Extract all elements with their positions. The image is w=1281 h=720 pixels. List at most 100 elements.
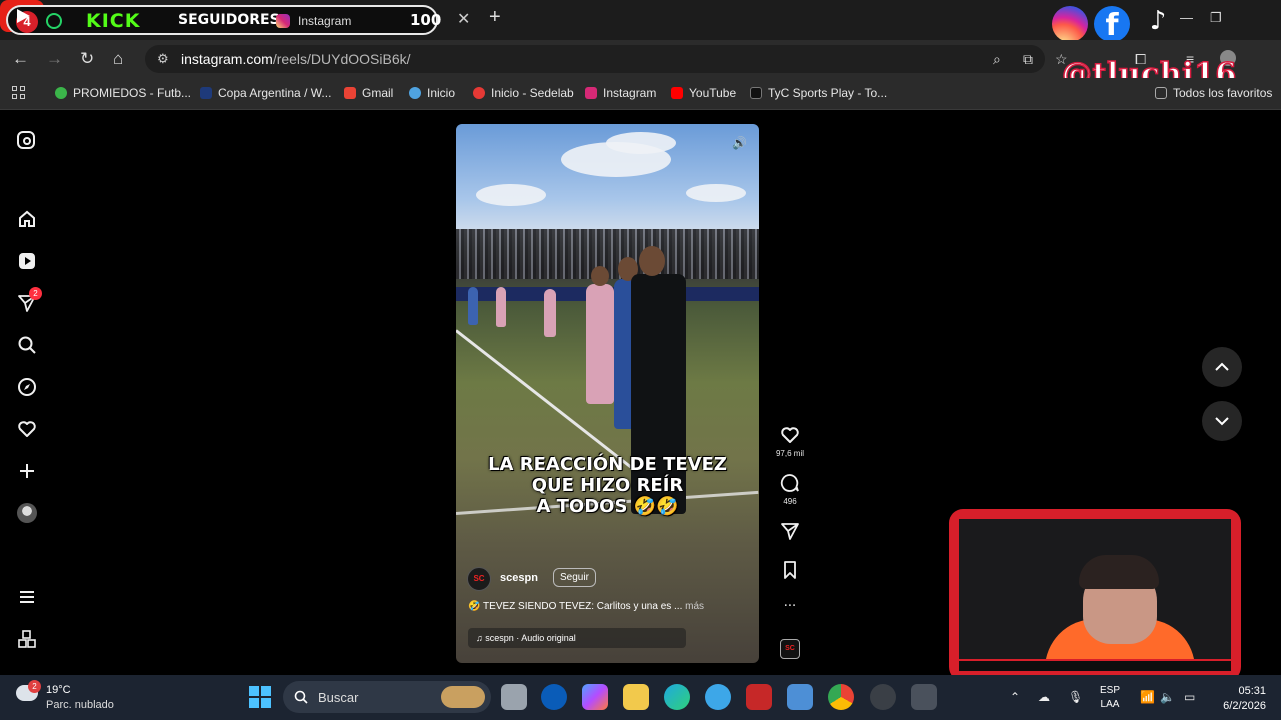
chevron-up-icon bbox=[1215, 362, 1229, 371]
player-small bbox=[468, 287, 478, 325]
weather-description: Parc. nublado bbox=[46, 699, 114, 711]
comment-icon[interactable] bbox=[780, 473, 800, 493]
next-reel-button[interactable] bbox=[1202, 401, 1242, 441]
reels-icon[interactable] bbox=[17, 251, 37, 271]
browser-tab-instagram[interactable]: 4 KICK SEGUIDORES Instagram 100 bbox=[6, 5, 442, 35]
heart-icon[interactable] bbox=[17, 419, 37, 439]
forward-icon[interactable]: → bbox=[46, 49, 63, 69]
audio-track[interactable]: ♫ scespn · Audio original bbox=[468, 628, 686, 648]
messages-icon[interactable]: 2 bbox=[17, 287, 42, 313]
show-hidden-icons-chevron-up-icon[interactable]: ⌃ bbox=[1010, 690, 1020, 704]
bookmark-copa-argentina[interactable]: Copa Argentina / W... bbox=[200, 86, 331, 100]
home-icon[interactable]: ⌂ bbox=[113, 49, 123, 69]
sky-cloud bbox=[476, 184, 546, 206]
caption-line: QUE HIZO REÍR bbox=[531, 475, 684, 496]
webcam-person-hair bbox=[1079, 555, 1159, 589]
profile-avatar-icon[interactable] bbox=[17, 503, 37, 523]
minimize-icon[interactable]: — bbox=[1180, 10, 1193, 25]
language-code: ESP bbox=[1100, 685, 1121, 696]
share-icon[interactable] bbox=[780, 521, 800, 541]
edge-icon[interactable] bbox=[664, 684, 690, 710]
store-icon[interactable] bbox=[787, 684, 813, 710]
url-text[interactable]: instagram.com/reels/DUYdOOSiB6k/ bbox=[181, 51, 411, 67]
weather-app-icon[interactable] bbox=[705, 684, 731, 710]
clock-date: 6/2/2026 bbox=[1223, 700, 1266, 712]
bookmarks-bar: PROMIEDOS - Futb... Copa Argentina / W..… bbox=[0, 78, 1281, 110]
bookmark-inicio[interactable]: Inicio bbox=[409, 86, 455, 100]
language-indicator[interactable]: ESP LAA bbox=[1100, 684, 1120, 712]
wifi-icon[interactable]: 📶 bbox=[1140, 690, 1155, 704]
bookmark-tyc-sports[interactable]: TyC Sports Play - To... bbox=[750, 86, 887, 100]
restore-icon[interactable]: ❐ bbox=[1210, 10, 1222, 26]
copa-argentina-icon bbox=[200, 87, 212, 99]
save-bookmark-icon[interactable] bbox=[780, 560, 800, 580]
bookmark-gmail[interactable]: Gmail bbox=[344, 86, 393, 100]
chrome-icon[interactable] bbox=[828, 684, 854, 710]
audio-thumbnail[interactable]: SC bbox=[780, 639, 800, 659]
create-plus-icon[interactable] bbox=[17, 461, 37, 481]
reload-icon[interactable]: ↻ bbox=[80, 49, 94, 69]
onedrive-icon[interactable]: ☁ bbox=[1038, 690, 1050, 704]
volume-icon[interactable]: 🔈 bbox=[1160, 690, 1175, 704]
app-icon[interactable] bbox=[911, 684, 937, 710]
zoom-icon[interactable]: ⌕ bbox=[993, 51, 1001, 68]
windows-taskbar: 2 19°C Parc. nublado Buscar ⌃ ☁ 🎙 ESP LA… bbox=[0, 675, 1281, 720]
temperature: 19°C bbox=[46, 684, 71, 696]
reel-description[interactable]: 🤣 TEVEZ SIENDO TEVEZ: Carlitos y una es … bbox=[468, 601, 704, 612]
promiedos-icon bbox=[55, 87, 67, 99]
bookmark-sedelab[interactable]: Inicio - Sedelab bbox=[473, 86, 574, 100]
more-link[interactable]: más bbox=[685, 601, 704, 612]
microphone-icon[interactable]: 🎙 bbox=[1068, 690, 1083, 704]
back-icon[interactable]: ← bbox=[12, 49, 29, 69]
author-name[interactable]: scespn bbox=[500, 572, 538, 584]
description-text: 🤣 TEVEZ SIENDO TEVEZ: Carlitos y una es … bbox=[468, 601, 683, 612]
author-avatar[interactable]: SC bbox=[467, 567, 491, 591]
home-icon[interactable] bbox=[17, 209, 37, 229]
install-app-icon[interactable]: ⧉ bbox=[1023, 51, 1033, 68]
obs-icon[interactable] bbox=[870, 684, 896, 710]
search-icon[interactable] bbox=[17, 335, 37, 355]
task-view-icon[interactable] bbox=[501, 684, 527, 710]
site-info-icon[interactable]: ⚙ bbox=[157, 51, 169, 67]
hp-icon[interactable] bbox=[541, 684, 567, 710]
mcafee-icon[interactable] bbox=[746, 684, 772, 710]
new-tab-button[interactable]: + bbox=[489, 6, 501, 29]
system-clock[interactable]: 05:31 6/2/2026 bbox=[1210, 684, 1266, 714]
previous-reel-button[interactable] bbox=[1202, 347, 1242, 387]
reel-video[interactable]: 🔊 LA REACCIÓN DE TEVEZ QUE HIZO REÍR A T… bbox=[456, 124, 759, 663]
explore-compass-icon[interactable] bbox=[17, 377, 37, 397]
speaker-icon[interactable]: 🔊 bbox=[732, 136, 747, 150]
apps-grid-icon[interactable] bbox=[12, 86, 26, 100]
menu-icon[interactable] bbox=[17, 587, 37, 607]
more-apps-icon[interactable] bbox=[17, 629, 37, 649]
all-bookmarks[interactable]: Todos los favoritos bbox=[1155, 86, 1272, 100]
likes-count: 97,6 mil bbox=[775, 449, 804, 458]
reel-caption: LA REACCIÓN DE TEVEZ QUE HIZO REÍR A TOD… bbox=[456, 454, 759, 517]
file-explorer-icon[interactable] bbox=[623, 684, 649, 710]
copilot-icon[interactable] bbox=[582, 684, 608, 710]
notification-badge: 2 bbox=[29, 287, 42, 300]
reel-actions: 97,6 mil 496 ··· SC bbox=[768, 111, 812, 675]
keyboard-layout: LAA bbox=[1100, 699, 1120, 710]
bookmark-instagram[interactable]: Instagram bbox=[585, 86, 656, 100]
player-small bbox=[544, 289, 556, 337]
more-options-icon[interactable]: ··· bbox=[780, 597, 800, 617]
taskbar-search[interactable]: Buscar bbox=[283, 681, 491, 713]
bookmark-label: Todos los favoritos bbox=[1173, 86, 1273, 100]
like-heart-icon[interactable] bbox=[780, 425, 800, 445]
instagram-logo-icon[interactable] bbox=[17, 131, 35, 149]
windows-start-icon[interactable] bbox=[249, 686, 271, 708]
bookmark-youtube[interactable]: YouTube bbox=[671, 86, 736, 100]
instagram-icon bbox=[585, 87, 597, 99]
battery-icon[interactable]: ▭ bbox=[1184, 690, 1195, 704]
address-bar[interactable]: ⚙ instagram.com/reels/DUYdOOSiB6k/ ⌕ ⧉ bbox=[145, 45, 1045, 73]
bookmark-promiedos[interactable]: PROMIEDOS - Futb... bbox=[55, 86, 191, 100]
bookmark-label: PROMIEDOS - Futb... bbox=[73, 86, 192, 100]
youtube-icon bbox=[671, 87, 683, 99]
follow-button[interactable]: Seguir bbox=[553, 568, 596, 587]
whatsapp-icon bbox=[46, 13, 62, 29]
chevron-down-icon bbox=[1215, 417, 1229, 426]
folder-icon bbox=[1155, 87, 1167, 99]
close-tab-icon[interactable]: ✕ bbox=[457, 9, 470, 29]
follower-count: 100 bbox=[410, 11, 442, 29]
